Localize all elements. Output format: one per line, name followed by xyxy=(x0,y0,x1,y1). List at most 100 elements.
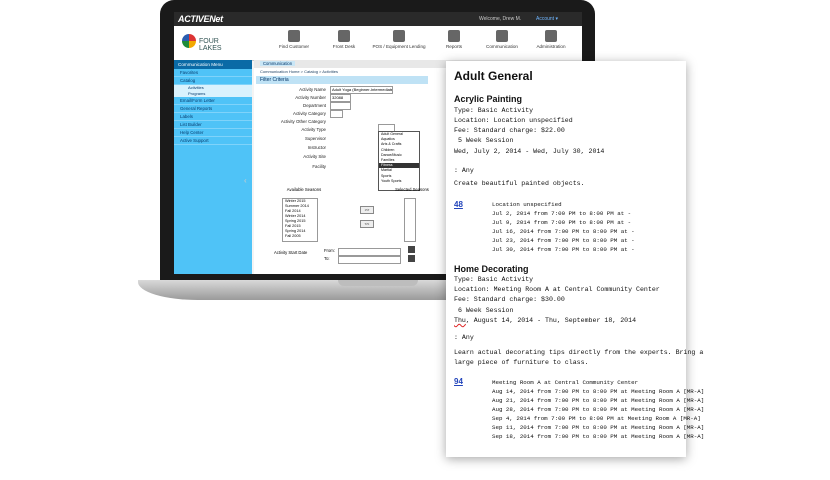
top-bar: ACTIVENet Welcome, Drew M. Account ▾ xyxy=(174,12,582,26)
nav-label: Reports xyxy=(445,44,463,49)
org-logo-icon xyxy=(182,34,196,48)
schedule-row: Sep 4, 2014 from 7:00 PM to 8:00 PM at M… xyxy=(492,415,701,422)
activity-description: Create beautiful painted objects. xyxy=(454,180,585,187)
available-seasons-list[interactable]: Winter 2015 Summer 2014 Fall 2014 Winter… xyxy=(282,198,318,242)
activity-dates-prefix: Thu xyxy=(454,317,466,324)
to-label: To: xyxy=(324,256,330,261)
activity-type: Type: Basic Activity xyxy=(454,276,534,283)
sidebar-item-catalog[interactable]: Catalog xyxy=(174,77,252,85)
pos-icon xyxy=(393,30,405,42)
nav-label: Communication xyxy=(486,44,518,49)
nav-reports[interactable]: Reports xyxy=(429,30,479,49)
nav-administration[interactable]: Administration xyxy=(526,30,576,49)
dropdown-option[interactable]: Youth Sports xyxy=(379,179,419,184)
schedule-row: Aug 14, 2014 from 7:00 PM to 8:00 PM at … xyxy=(492,388,705,395)
activity-name: Acrylic Painting xyxy=(454,94,523,104)
sidebar-item-email[interactable]: Email/Form Letter xyxy=(174,97,252,105)
org-logo-text: FOUR LAKES xyxy=(199,38,222,52)
schedule-row: Jul 9, 2014 from 7:00 PM to 8:00 PM at - xyxy=(492,219,632,226)
field-label: Activity Other Category xyxy=(280,119,326,124)
field-label: Facility xyxy=(312,164,326,169)
nav-label: Front Desk xyxy=(332,44,356,49)
start-date-to-input[interactable] xyxy=(338,256,401,264)
activity-fee: Fee: Standard charge: $30.00 xyxy=(454,296,565,303)
activity-session: 6 Week Session xyxy=(458,307,514,314)
chevron-left-icon[interactable]: ‹ xyxy=(244,176,247,185)
field-label: Supervisor xyxy=(305,136,326,141)
start-date-from-input[interactable] xyxy=(338,248,401,256)
list-item[interactable]: Fall 2005 xyxy=(283,234,317,239)
field-label: Instructor xyxy=(307,145,326,150)
sidebar-item-labels[interactable]: Labels xyxy=(174,113,252,121)
activity-age: : Any xyxy=(454,334,474,341)
main-nav: FOUR LAKES Find Customer Front Desk POS … xyxy=(174,26,582,61)
account-menu[interactable]: Account ▾ xyxy=(536,16,558,22)
schedule-row: Aug 28, 2014 from 7:00 PM to 8:00 PM at … xyxy=(492,406,705,413)
activity-name: Home Decorating xyxy=(454,264,529,274)
from-label: From: xyxy=(324,248,335,253)
customer-icon xyxy=(288,30,300,42)
schedule-location: Meeting Room A at Central Community Cent… xyxy=(492,379,639,386)
activity-category-select[interactable] xyxy=(330,110,343,118)
schedule-row: Jul 23, 2014 from 7:00 PM to 8:00 PM at … xyxy=(492,237,635,244)
catalog-title: Adult General xyxy=(454,69,533,83)
nav-pos[interactable]: POS / Equipment Lending xyxy=(369,30,429,49)
admin-icon xyxy=(545,30,557,42)
sidebar-item-list-builder[interactable]: List Builder xyxy=(174,121,252,129)
sidebar-item-general-reports[interactable]: General Reports xyxy=(174,105,252,113)
sidebar-item-active-support[interactable]: Active Support xyxy=(174,137,252,145)
schedule-location: Location unspecified xyxy=(492,201,562,208)
communication-icon xyxy=(496,30,508,42)
schedule-row: Jul 16, 2014 from 7:00 PM to 8:00 PM at … xyxy=(492,228,635,235)
field-label: Activity Site xyxy=(303,154,326,159)
sidebar-item-favorites[interactable]: Favorites xyxy=(174,69,252,77)
field-label: Activity Name xyxy=(299,87,326,92)
sidebar: Communication Menu Favorites Catalog Act… xyxy=(174,60,252,274)
add-season-button[interactable]: >> xyxy=(360,206,374,214)
activity-location: Location: Meeting Room A at Central Comm… xyxy=(454,286,660,293)
activity-name-input[interactable]: Adult Yoga (Beginner-Intermediate) xyxy=(330,86,393,94)
laptop-notch xyxy=(338,280,418,286)
welcome-text: Welcome, Drew M. xyxy=(479,16,522,22)
nav-front-desk[interactable]: Front Desk xyxy=(319,30,369,49)
sidebar-header: Communication Menu xyxy=(174,60,252,69)
nav-label: POS / Equipment Lending xyxy=(372,44,426,49)
activity-type: Type: Basic Activity xyxy=(454,107,534,114)
calendar-icon[interactable] xyxy=(408,246,415,253)
activity-category-dropdown[interactable]: Adult General Aquatics Arts & Crafts Chi… xyxy=(378,131,420,191)
activity-fee: Fee: Standard charge: $22.00 xyxy=(454,127,565,134)
schedule-row: Jul 2, 2014 from 7:00 PM to 8:00 PM at - xyxy=(492,210,632,217)
activity-description: Learn actual decorating tips directly fr… xyxy=(454,349,704,356)
field-label: Activity Category xyxy=(293,111,326,116)
brand-logo: ACTIVENet xyxy=(178,14,223,24)
selected-seasons-label: Selected Seasons xyxy=(395,187,429,192)
activity-location: Location: Location unspecified xyxy=(454,117,573,124)
department-select[interactable] xyxy=(330,102,351,110)
desk-icon xyxy=(338,30,350,42)
activity-number-link[interactable]: 48 xyxy=(454,200,463,209)
activity-dates: Wed, July 2, 2014 - Wed, July 30, 2014 xyxy=(454,148,605,155)
sidebar-item-help-center[interactable]: Help Center xyxy=(174,129,252,137)
schedule-row: Sep 11, 2014 from 7:00 PM to 8:00 PM at … xyxy=(492,424,705,431)
schedule-row: Jul 30, 2014 from 7:00 PM to 8:00 PM at … xyxy=(492,246,635,253)
calendar-icon[interactable] xyxy=(408,255,415,262)
nav-label: Find Customer xyxy=(278,44,310,49)
filter-criteria-header[interactable]: Filter Criteria xyxy=(256,76,428,84)
remove-season-button[interactable]: << xyxy=(360,220,374,228)
available-seasons-label: Available Seasons xyxy=(286,187,322,192)
field-label: Department xyxy=(303,103,326,108)
nav-label: Administration xyxy=(536,44,566,49)
activity-number-link[interactable]: 94 xyxy=(454,377,463,386)
selected-seasons-list[interactable] xyxy=(404,198,416,242)
nav-communication[interactable]: Communication xyxy=(477,30,527,49)
activity-age: : Any xyxy=(454,167,474,174)
field-label: Activity Number xyxy=(295,95,326,100)
tab-communication[interactable]: Communication xyxy=(260,61,296,66)
activity-description: large piece of furniture to class. xyxy=(454,359,589,366)
activity-session: 5 Week Session xyxy=(458,137,514,144)
activity-dates-rest: , August 14, 2014 - Thu, September 18, 2… xyxy=(465,317,637,324)
activity-number-input[interactable]: 32088 xyxy=(330,94,351,102)
org-logo: FOUR LAKES xyxy=(182,32,242,54)
nav-find-customer[interactable]: Find Customer xyxy=(269,30,319,49)
activity-dates: Thu, August 14, 2014 - Thu, September 18… xyxy=(454,317,636,324)
